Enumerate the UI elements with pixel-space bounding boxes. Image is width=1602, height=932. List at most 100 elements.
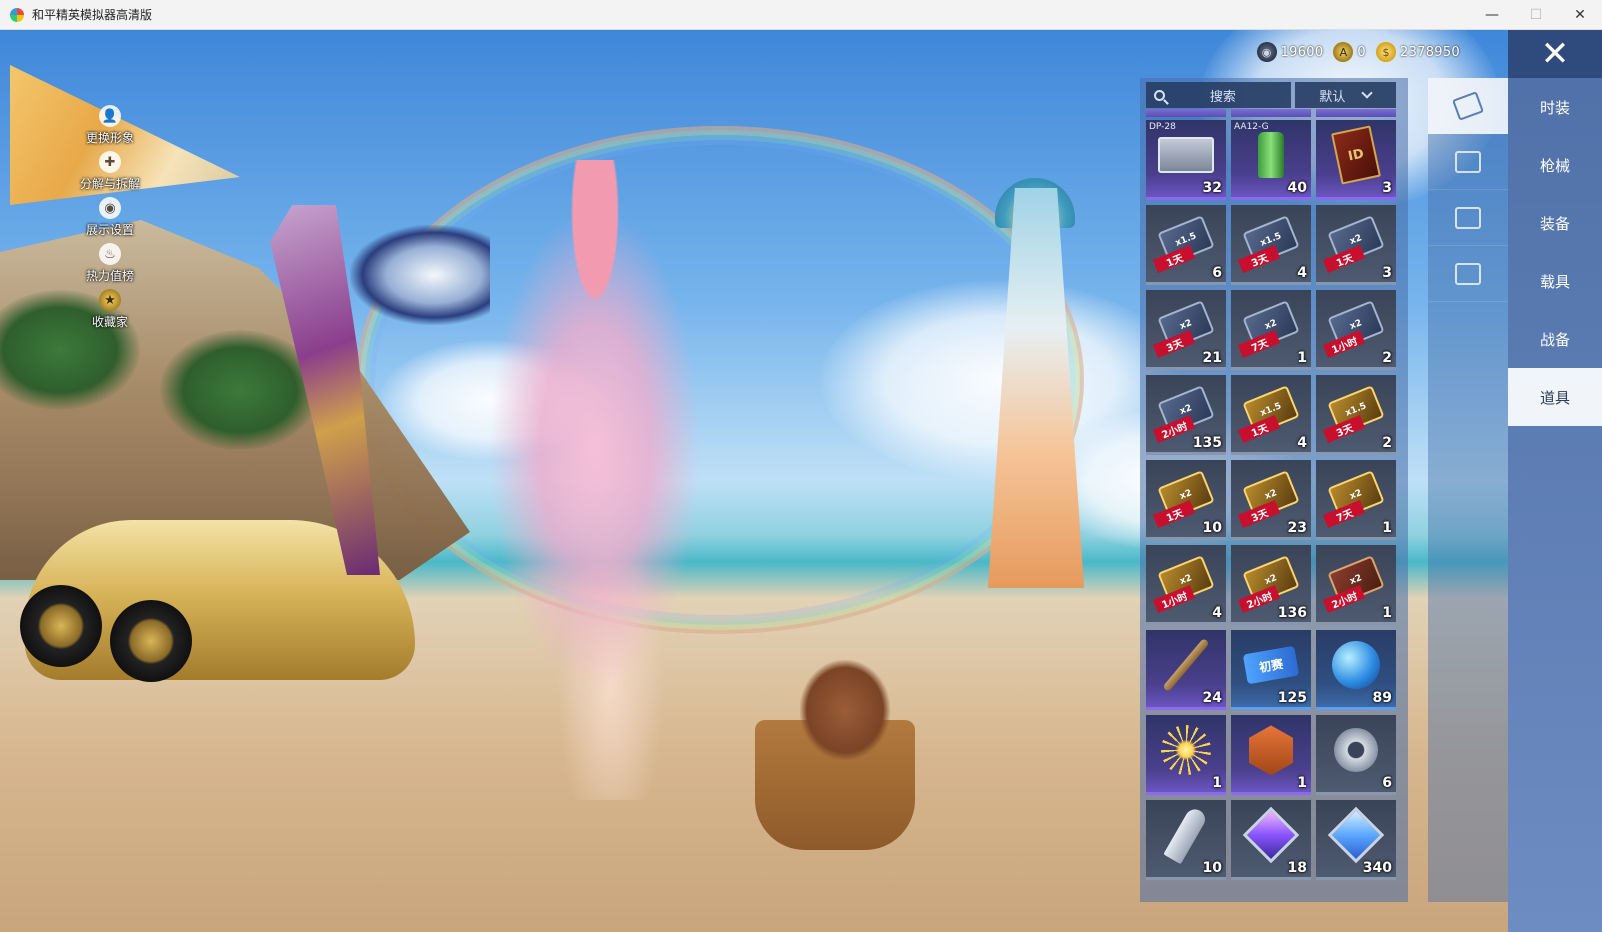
capybara-pet-image[interactable] [800,660,890,760]
item-count: 1 [1382,520,1392,536]
item-count: 125 [1277,690,1307,706]
stick-icon [1162,638,1210,693]
subcategory-tab-chest[interactable] [1428,134,1508,190]
subcategory-tab-sparkle[interactable] [1428,190,1508,246]
diamond-icon [1327,807,1385,864]
weapon-box-icon [1158,137,1214,174]
inventory-item-tile[interactable]: x2 2小时 135 [1146,375,1226,455]
window-title: 和平精英模拟器高清版 [32,8,153,22]
gold-coin-icon: $ [1376,42,1396,62]
app-logo-icon [10,7,24,22]
inventory-item-tile[interactable]: x1.5 1天 4 [1231,375,1311,455]
currency-bar: ◉ 19600 A 0 $ 2378950 [1256,42,1460,62]
sort-dropdown[interactable]: 默认 [1294,82,1396,108]
search-placeholder: 搜索 [1209,89,1236,105]
inventory-item-tile[interactable]: 24 [1146,630,1226,710]
car-wheel-image [20,585,102,667]
item-count: 40 [1287,180,1307,196]
inventory-item-tile[interactable]: 89 [1316,630,1396,710]
subcategory-icon-nav [1428,78,1508,902]
change-appearance-button[interactable]: 👤 更换形象 [70,105,150,151]
inventory-item-tile[interactable]: x2 2小时 1 [1316,545,1396,625]
partial-item-tile[interactable] [1316,109,1396,117]
inventory-item-tile[interactable]: x2 7天 1 [1316,460,1396,540]
inventory-item-tile[interactable]: x2 1小时 2 [1316,290,1396,370]
inventory-grid: DP-28 32 AA12-G 40 ID 3 x1.5 1天 6 x1.5 3天 4 x2 1天 3 x2 3… [1146,120,1396,880]
inventory-item-tile[interactable]: x2 2小时 136 [1231,545,1311,625]
category-tab[interactable]: 枪械 [1508,136,1602,194]
subcategory-tab-voucher[interactable] [1428,246,1508,302]
partial-item-tile[interactable] [1231,109,1311,117]
inventory-item-tile[interactable]: 1 [1146,715,1226,795]
category-tab[interactable]: 道具 [1508,368,1602,426]
puzzle-icon: ✚ [99,151,121,173]
a-coin-icon: A [1333,42,1354,62]
inventory-item-tile[interactable]: x1.5 3天 2 [1316,375,1396,455]
item-count: 2 [1382,350,1392,366]
disassemble-button[interactable]: ✚ 分解与拆解 [70,151,150,197]
inventory-item-tile[interactable]: 6 [1316,715,1396,795]
item-count: 3 [1382,265,1392,281]
inventory-item-tile[interactable]: 10 [1146,800,1226,880]
item-count: 3 [1382,180,1392,196]
partial-item-tile[interactable] [1146,109,1226,117]
window-controls: — ☐ ✕ [1470,0,1602,30]
eye-icon: ◉ [99,197,121,219]
menu-label: 分解与拆解 [79,177,140,191]
item-count: 10 [1202,520,1222,536]
search-input[interactable]: 搜索 [1146,82,1291,108]
item-count: 18 [1287,860,1307,876]
car-wheel-image [110,600,192,682]
inventory-item-tile[interactable]: x2 1天 3 [1316,205,1396,285]
chest-icon [1455,150,1481,173]
inventory-item-tile[interactable]: x1.5 3天 4 [1231,205,1311,285]
chevron-down-icon [1361,87,1374,99]
collector-badge-icon: ★ [99,289,121,311]
inventory-item-tile[interactable]: x2 1小时 4 [1146,545,1226,625]
inventory-item-tile[interactable]: x2 3天 21 [1146,290,1226,370]
currency-value: 0 [1357,44,1366,60]
inventory-item-tile[interactable]: x1.5 1天 6 [1146,205,1226,285]
inventory-item-tile[interactable]: 1 [1231,715,1311,795]
category-tab[interactable]: 载具 [1508,252,1602,310]
inventory-item-tile[interactable]: x2 1天 10 [1146,460,1226,540]
item-count: 32 [1202,180,1222,196]
points-coin-icon: ◉ [1256,42,1277,62]
display-settings-button[interactable]: ◉ 展示设置 [70,197,150,243]
inventory-item-tile[interactable]: AA12-G 40 [1231,120,1311,200]
item-count: 21 [1202,350,1222,366]
inventory-item-tile[interactable]: ID 3 [1316,120,1396,200]
id-card-book-icon: ID [1331,125,1381,185]
collector-button[interactable]: ★ 收藏家 [70,289,150,335]
close-window-button[interactable]: ✕ [1558,0,1602,30]
inventory-item-tile[interactable]: 初赛 125 [1231,630,1311,710]
heat-ranking-button[interactable]: ♨ 热力值榜 [70,243,150,289]
medal-badge-icon [1249,725,1293,776]
menu-label: 热力值榜 [85,269,134,283]
category-tab[interactable]: 时装 [1508,78,1602,136]
inventory-item-tile[interactable]: 18 [1231,800,1311,880]
item-count: 4 [1297,435,1307,451]
inventory-item-tile[interactable]: 340 [1316,800,1396,880]
item-count: 24 [1202,690,1222,706]
inventory-item-tile[interactable]: x2 7天 1 [1231,290,1311,370]
category-tab[interactable]: 战备 [1508,310,1602,368]
subcategory-tab-cards[interactable] [1428,78,1508,134]
points-balance: ◉ 19600 [1256,42,1324,62]
item-count: 6 [1212,265,1222,281]
puzzle-orb-icon [1332,641,1380,690]
a-coin-balance: A 0 [1333,42,1366,62]
item-count: 4 [1297,265,1307,281]
category-tab[interactable]: 装备 [1508,194,1602,252]
menu-label: 展示设置 [85,223,134,237]
window-titlebar: 和平精英模拟器高清版 — ☐ ✕ [0,0,1602,30]
close-inventory-button[interactable]: ✕ [1508,30,1602,78]
inventory-item-tile[interactable]: x2 3天 23 [1231,460,1311,540]
character-model[interactable] [440,160,750,800]
maximize-button[interactable]: ☐ [1514,0,1558,30]
item-count: 10 [1202,860,1222,876]
inventory-toolbar: 搜索 默认 [1146,82,1396,108]
inventory-item-tile[interactable]: DP-28 32 [1146,120,1226,200]
menu-label: 收藏家 [91,315,128,329]
minimize-button[interactable]: — [1470,0,1514,30]
